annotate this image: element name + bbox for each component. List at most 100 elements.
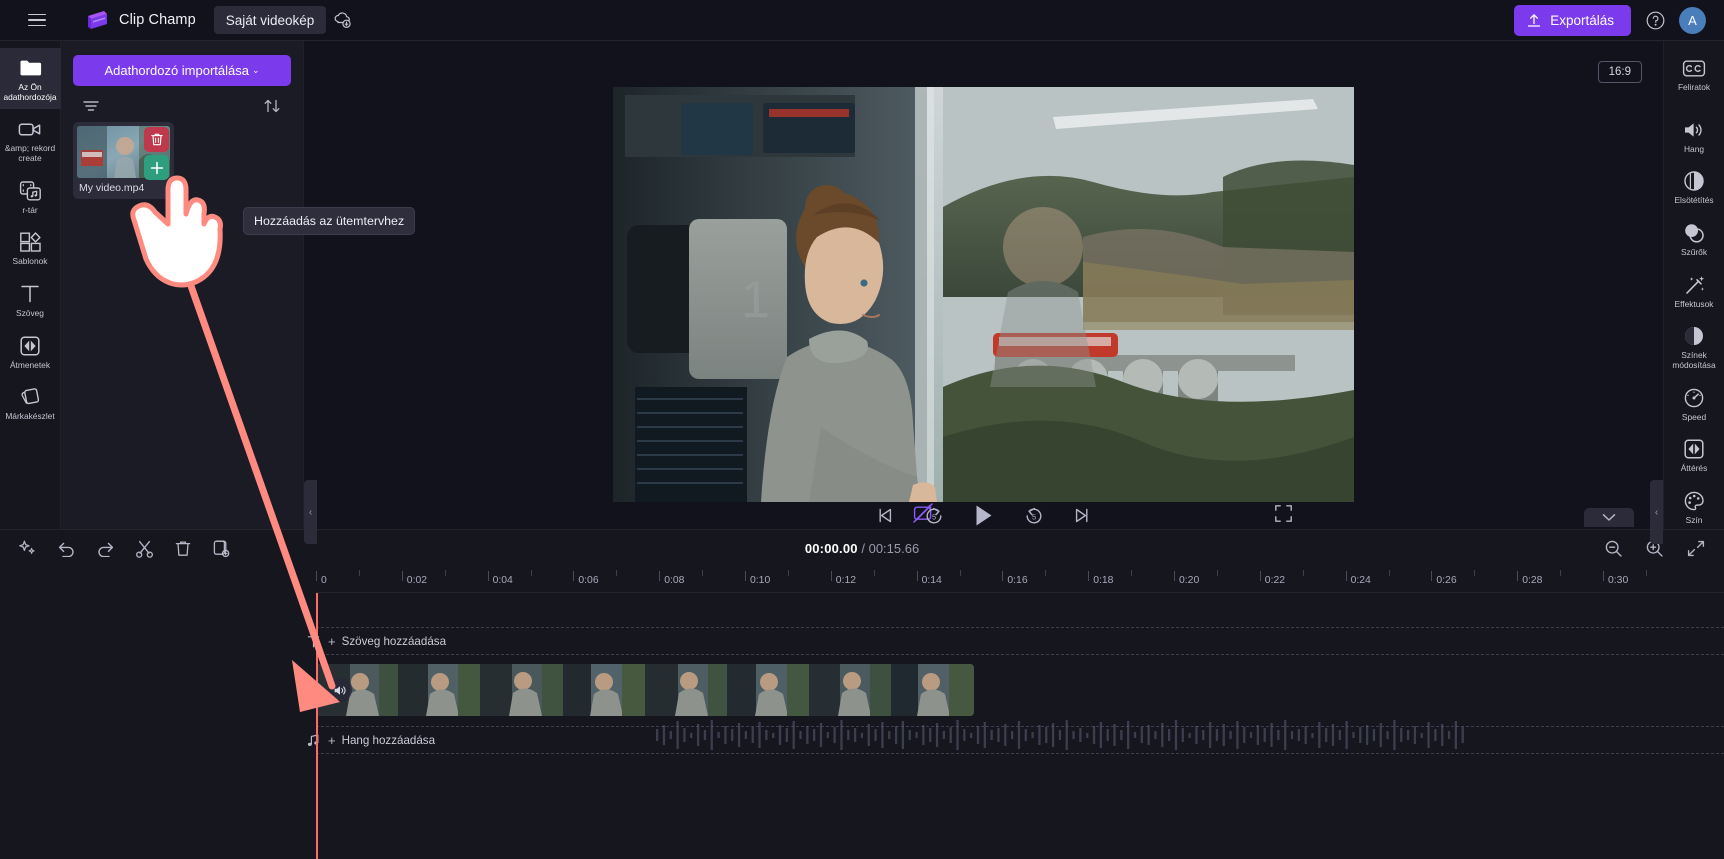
video-clip[interactable] <box>316 664 974 716</box>
duplicate-icon[interactable] <box>212 539 231 558</box>
sidebar-item-audio[interactable]: Hang <box>1664 110 1724 162</box>
sidebar-item-text[interactable]: Szöveg <box>0 274 61 326</box>
export-button[interactable]: Exportálás <box>1514 4 1631 36</box>
add-text-label: Szöveg hozzáadása <box>341 634 447 648</box>
sidebar-item-record-create[interactable]: &amp; rekord create <box>0 109 61 170</box>
current-time: 00:00.00 <box>804 541 858 556</box>
redo-icon[interactable] <box>96 540 115 557</box>
replay-5-icon[interactable]: 5 <box>921 503 947 529</box>
clip-frame <box>891 664 974 716</box>
sidebar-item-fade[interactable]: Elsötétítés <box>1664 161 1724 213</box>
collapse-timeline-button[interactable] <box>1584 508 1634 527</box>
export-label: Exportálás <box>1550 12 1614 28</box>
left-rail: Az Ön adathordozója &amp; rekord create <box>0 41 61 529</box>
sidebar-item-label: Áttérés <box>1680 463 1708 474</box>
brand-kit-icon <box>18 385 42 409</box>
clip-frame <box>726 664 810 716</box>
transitions-icon <box>18 334 42 358</box>
import-media-button[interactable]: Adathordozó importálása ⌄ <box>73 55 291 86</box>
forward-5-icon[interactable]: 5 <box>1021 503 1047 529</box>
clip-frame <box>480 664 563 716</box>
avatar[interactable]: A <box>1679 6 1706 34</box>
fullscreen-icon[interactable] <box>1274 504 1293 528</box>
right-rail: Feliratok Hang Elsötétítés Szűrők Effekt… <box>1663 41 1724 529</box>
top-bar-right: Exportálás A <box>1514 4 1712 36</box>
ruler-tick-label: 0:14 <box>921 575 942 586</box>
ruler-tick-label: 0:04 <box>492 575 513 586</box>
volume-icon[interactable] <box>328 678 352 702</box>
sidebar-item-speed[interactable]: Speed <box>1664 378 1724 430</box>
hamburger-icon[interactable] <box>20 3 54 37</box>
sidebar-item-templates[interactable]: Sablonok <box>0 222 61 274</box>
project-name-chip[interactable]: Saját videokép <box>213 6 327 34</box>
media-toolbar <box>73 86 291 122</box>
sidebar-item-effects[interactable]: Effektusok <box>1664 265 1724 317</box>
sidebar-item-transitions[interactable]: Átmenetek <box>0 326 61 378</box>
help-circle-icon[interactable] <box>1642 7 1668 33</box>
sidebar-item-brand-kit[interactable]: Márkakészlet <box>0 377 61 429</box>
sidebar-item-your-media[interactable]: Az Ön adathordozója <box>0 48 61 110</box>
clip-frame <box>562 664 645 716</box>
ruler-tick-label: 0:28 <box>1522 575 1543 586</box>
collapse-left-panel-handle[interactable]: ‹ <box>304 480 317 544</box>
clip-frame <box>398 664 481 716</box>
sidebar-item-captions[interactable]: Feliratok <box>1664 48 1724 100</box>
sidebar-item-label: Effektusok <box>1674 298 1714 309</box>
time-display: 00:00.00 / 00:15.66 <box>0 541 1724 556</box>
effects-icon <box>1682 273 1706 297</box>
skip-previous-icon[interactable] <box>873 503 899 529</box>
player-controls: 5 5 <box>304 502 1663 529</box>
clip-frame <box>809 664 892 716</box>
text-icon <box>18 282 42 306</box>
sidebar-item-label: r-tár <box>22 204 38 215</box>
zoom-out-icon[interactable] <box>1604 539 1623 558</box>
templates-icon <box>18 230 42 254</box>
fit-to-screen-icon[interactable] <box>1686 539 1706 558</box>
sidebar-item-color[interactable]: Szín <box>1664 481 1724 533</box>
svg-text:1: 1 <box>741 271 770 329</box>
sort-icon[interactable] <box>262 98 282 114</box>
playhead[interactable] <box>316 593 318 859</box>
filter-icon[interactable] <box>82 99 100 113</box>
sidebar-item-transition[interactable]: Áttérés <box>1664 429 1724 481</box>
plus-icon: + <box>328 633 336 649</box>
clipchamp-logo-icon <box>84 9 110 31</box>
cloud-sync-icon[interactable] <box>332 9 354 31</box>
ruler-tick-label: 0:24 <box>1350 575 1371 586</box>
skip-next-icon[interactable] <box>1069 503 1095 529</box>
ruler-tick-label: 0:10 <box>750 575 771 586</box>
aspect-ratio-badge[interactable]: 16:9 <box>1597 61 1642 83</box>
sidebar-item-label: &amp; rekord create <box>4 143 56 163</box>
audio-track[interactable]: + Hang hozzáadása <box>307 720 1724 754</box>
sidebar-item-label: Sablonok <box>12 256 48 267</box>
preview-stage: 1 <box>304 41 1663 502</box>
import-media-label: Adathordozó importálása <box>104 63 249 78</box>
timeline-ruler[interactable]: 0 0:02 0:04 0:06 0:08 0:10 0:12 0:14 0:16 0:18 0:2… <box>316 567 1724 593</box>
undo-icon[interactable] <box>57 540 76 557</box>
timeline: 00:00.00 / 00:15.66 0 0:02 0:04 0:06 0:0… <box>0 508 1724 859</box>
media-item[interactable]: My video.mp4 <box>73 122 174 199</box>
play-button[interactable] <box>969 501 999 531</box>
text-track[interactable]: + Szöveg hozzáadása <box>307 627 1724 655</box>
sidebar-item-label: Speed <box>1681 411 1707 422</box>
sparkle-icon[interactable] <box>18 539 37 558</box>
folder-icon <box>18 56 42 80</box>
sidebar-item-filters[interactable]: Szűrők <box>1664 213 1724 265</box>
sidebar-item-label: Az Ön adathordozója <box>3 82 57 102</box>
ruler-tick-label: 0 <box>321 575 327 586</box>
add-text-row[interactable]: + Szöveg hozzáadása <box>300 628 1724 654</box>
sidebar-item-content-library[interactable]: r-tár <box>0 171 61 223</box>
trash-icon[interactable] <box>174 539 192 558</box>
collapse-right-panel-handle[interactable]: ‹ <box>1650 480 1663 544</box>
scissors-icon[interactable] <box>135 539 154 558</box>
delete-media-button[interactable] <box>144 127 169 152</box>
video-preview[interactable]: 1 <box>613 87 1354 502</box>
sidebar-item-adjust-colors[interactable]: Színek módosítása <box>1664 316 1724 377</box>
palette-icon <box>1682 489 1706 513</box>
ruler-tick-label: 0:08 <box>664 575 685 586</box>
add-to-timeline-button[interactable] <box>144 155 169 180</box>
chevron-down-icon: ⌄ <box>251 65 260 75</box>
add-audio-label: Hang hozzáadása <box>341 733 436 747</box>
add-audio-row[interactable]: + Hang hozzáadása <box>300 727 1724 753</box>
sidebar-item-label: Átmenetek <box>9 359 51 370</box>
